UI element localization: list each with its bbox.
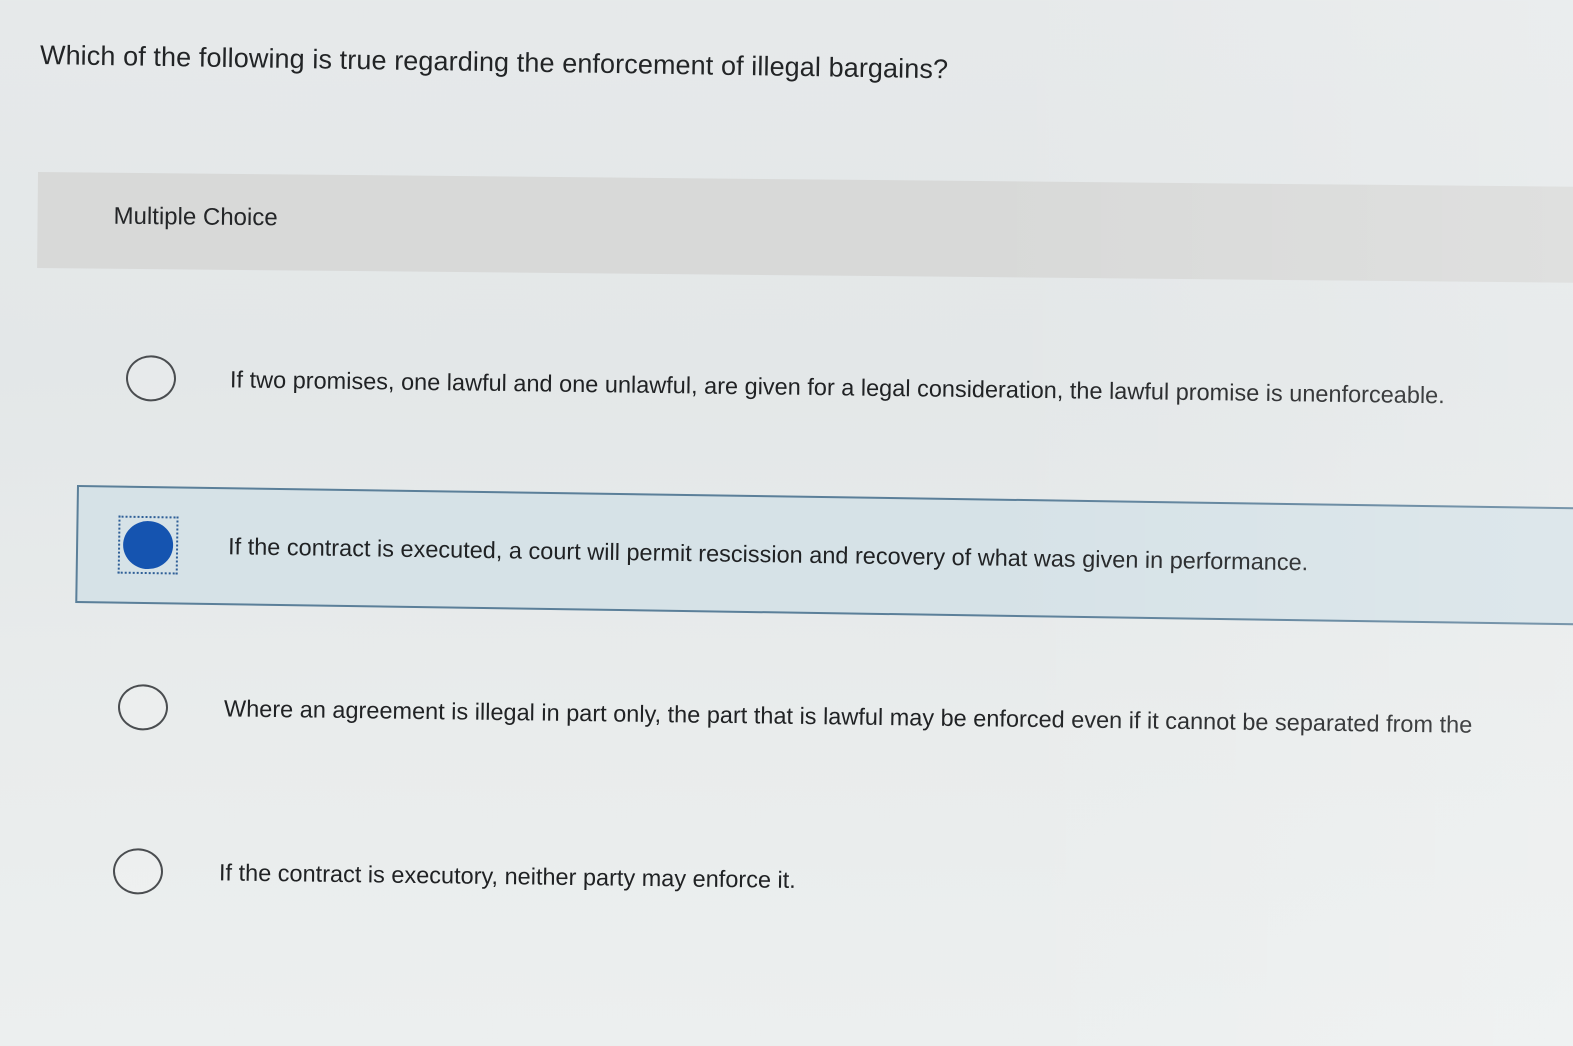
radio-selected-icon[interactable]: [122, 520, 174, 570]
answer-option-2-selected[interactable]: If the contract is executed, a court wil…: [75, 485, 1573, 626]
answer-option-text: If the contract is executory, neither pa…: [218, 858, 796, 893]
radio-unselected-icon[interactable]: [112, 848, 164, 895]
focus-ring: [117, 515, 179, 575]
answer-option-text: If two promises, one lawful and one unla…: [229, 365, 1445, 408]
radio-unselected-icon[interactable]: [125, 355, 177, 402]
answer-option-text: Where an agreement is illegal in part on…: [223, 694, 1473, 738]
radio-unselected-icon[interactable]: [117, 684, 169, 731]
multiple-choice-label: Multiple Choice: [113, 202, 278, 232]
question-text: Which of the following is true regarding…: [39, 40, 949, 85]
answer-option-text: If the contract is executed, a court wil…: [227, 532, 1309, 575]
answer-option-3[interactable]: Where an agreement is illegal in part on…: [117, 684, 1473, 748]
answer-option-4[interactable]: If the contract is executory, neither pa…: [112, 848, 796, 903]
answer-option-1[interactable]: If two promises, one lawful and one unla…: [125, 355, 1445, 418]
multiple-choice-header: Multiple Choice: [37, 172, 1573, 283]
